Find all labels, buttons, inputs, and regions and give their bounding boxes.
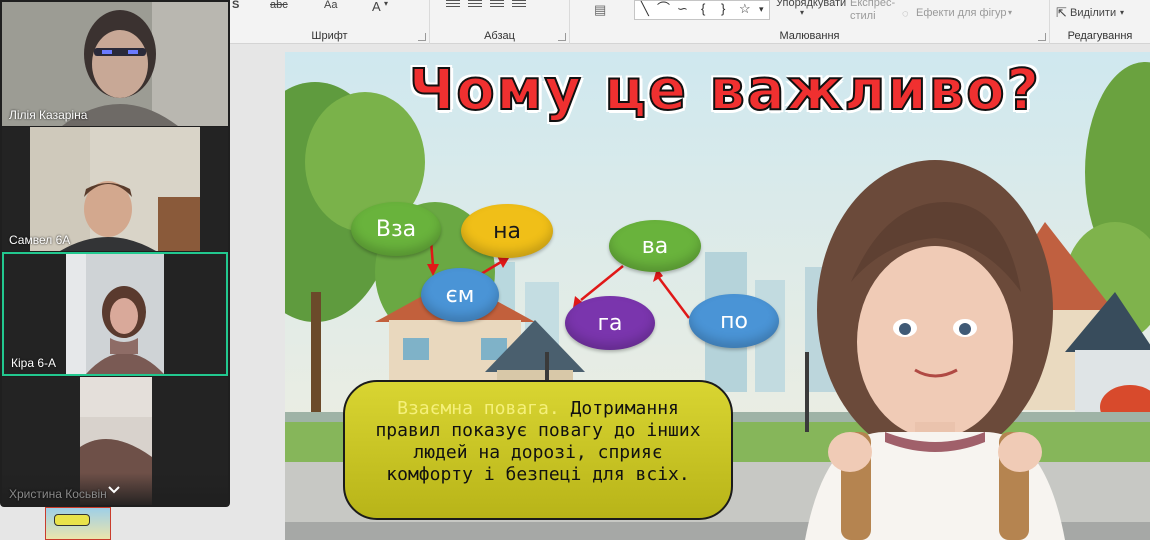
shapes-gallery[interactable]: ╲ ⌒ ∽ { } ☆ ▾: [634, 0, 770, 20]
curve-shape-icon[interactable]: ⌒: [657, 2, 670, 16]
syllable-bubble: на: [461, 204, 553, 258]
wave-shape-icon[interactable]: ∽: [677, 2, 688, 16]
editing-group-label: Редагування: [1067, 30, 1133, 42]
paragraph-group-label: Абзац: [484, 30, 515, 42]
convert-to-smartart-icon[interactable]: ▤: [594, 2, 606, 18]
justify-icon[interactable]: [512, 0, 526, 9]
participant-name: Кіра 6-А: [11, 356, 57, 370]
syllable-bubble: єм: [421, 268, 499, 322]
syllable-bubble: по: [689, 294, 779, 348]
participant-tile[interactable]: Кіра 6-А: [2, 252, 228, 376]
shape-effects-icon[interactable]: ◌: [902, 8, 909, 20]
char-spacing-button[interactable]: abc: [270, 0, 288, 11]
chevron-down-icon[interactable]: ▾: [1120, 8, 1124, 17]
chevron-down-icon[interactable]: ▾: [800, 8, 804, 17]
dialog-launcher-icon[interactable]: [1038, 33, 1046, 41]
chevron-down-icon[interactable]: [107, 483, 121, 497]
align-right-icon[interactable]: [490, 0, 504, 9]
participant-tile[interactable]: Лілія Казаріна: [2, 2, 228, 126]
dialog-launcher-icon[interactable]: [558, 33, 566, 41]
info-textbox: Взаємна повага. Дотримання правил показу…: [343, 380, 733, 520]
strikethrough-button[interactable]: S: [232, 0, 239, 11]
star-shape-icon[interactable]: ☆: [739, 2, 751, 16]
gallery-more-icon[interactable]: ▾: [759, 2, 764, 16]
shape-effects-button[interactable]: Ефекти для фігур: [916, 7, 1007, 19]
video-participants-panel: Лілія Казаріна Самвел 6А Кіра 6-А Христи…: [0, 0, 230, 507]
slide-thumbnail-pane: [0, 507, 230, 540]
arrange-button[interactable]: Упорядкувати: [776, 0, 846, 9]
drawing-group: ▤ ╲ ⌒ ∽ { } ☆ ▾ Упорядкувати ▾ Експрес-с…: [570, 0, 1050, 44]
chevron-down-icon[interactable]: ▾: [384, 0, 388, 8]
editing-group: ⇱ Виділити ▾ Редагування: [1050, 0, 1150, 44]
font-group: S abc Aa A ▾ Шрифт: [230, 0, 430, 44]
font-group-label: Шрифт: [311, 30, 348, 42]
brace-left-icon[interactable]: {: [701, 2, 705, 16]
dialog-launcher-icon[interactable]: [418, 33, 426, 41]
slide-title: Чому це важливо?: [408, 57, 1042, 124]
chevron-down-icon[interactable]: ▾: [1008, 8, 1012, 17]
brace-right-icon[interactable]: }: [721, 2, 725, 16]
ribbon: S abc Aa A ▾ Шрифт Абзац ▤ ╲ ⌒ ∽ { } ☆ ▾…: [230, 0, 1150, 44]
participant-name: Самвел 6А: [9, 233, 71, 247]
select-button[interactable]: Виділити: [1070, 7, 1116, 19]
participant-name: Лілія Казаріна: [9, 108, 88, 122]
font-color-button[interactable]: A: [372, 0, 381, 14]
participant-tile[interactable]: Самвел 6А: [2, 127, 228, 251]
cursor-icon[interactable]: ⇱: [1056, 5, 1067, 21]
drawing-group-label: Малювання: [779, 30, 840, 42]
syllable-bubble: Вза: [351, 202, 441, 256]
participant-name: Христина Косьвін: [9, 487, 107, 501]
align-center-icon[interactable]: [468, 0, 482, 9]
presentation-slide: Чому це важливо? Вза на єм ва га по Взає…: [285, 52, 1150, 540]
participant-video: [66, 254, 164, 374]
info-highlight: Взаємна повага.: [397, 398, 560, 419]
paragraph-group: Абзац: [430, 0, 570, 44]
align-left-icon[interactable]: [446, 0, 460, 9]
quick-styles-button[interactable]: Експрес-стилі: [850, 0, 898, 23]
change-case-button[interactable]: Aa: [324, 0, 337, 11]
slide-thumbnail[interactable]: [45, 507, 111, 540]
syllable-bubble: ва: [609, 220, 701, 272]
syllable-bubble: га: [565, 296, 655, 350]
line-shape-icon[interactable]: ╲: [641, 2, 649, 16]
